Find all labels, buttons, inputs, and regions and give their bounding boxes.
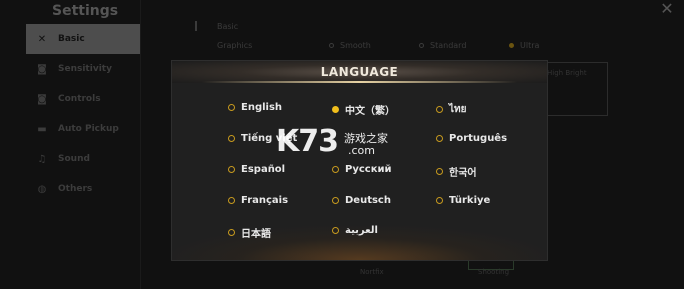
controller-icon: ◙ (37, 93, 47, 105)
settings-title: Settings (52, 3, 119, 19)
radio-icon (436, 106, 443, 113)
language-option-german[interactable]: Deutsch (332, 195, 391, 206)
radio-icon (228, 197, 235, 204)
watermark-logo: K73 (276, 124, 339, 159)
language-option-english[interactable]: English (228, 102, 282, 113)
language-label: English (241, 102, 283, 113)
sidebar-item-auto-pickup[interactable]: ▬ Auto Pickup (26, 114, 140, 144)
language-option-korean[interactable]: 한국어 (436, 164, 477, 179)
radio-icon (436, 168, 443, 175)
language-option-arabic[interactable]: العربية (332, 225, 378, 236)
close-icon[interactable]: ✕ (656, 0, 678, 18)
language-option-chinese-traditional[interactable]: 中文（繁） (332, 102, 395, 117)
language-label: Português (449, 133, 508, 144)
radio-icon (332, 166, 339, 173)
nortfix-label: Nortfix (360, 268, 384, 276)
language-option-russian[interactable]: Русский (332, 164, 392, 175)
language-option-japanese[interactable]: 日本語 (228, 225, 271, 240)
section-title: Basic (217, 22, 239, 31)
radio-icon (332, 197, 339, 204)
sidebar-item-label: Sensitivity (58, 64, 112, 74)
language-label: 日本語 (241, 229, 271, 240)
radio-checked-icon (332, 106, 339, 113)
dialog-header: LANGUAGE (172, 61, 547, 83)
pickup-icon: ▬ (37, 123, 47, 135)
music-note-icon: ♫ (37, 153, 47, 165)
sidebar-item-label: Sound (58, 154, 90, 164)
settings-sidebar: ✕ Basic ◙ Sensitivity ◙ Controls ▬ Auto … (26, 24, 140, 204)
radio-icon (228, 166, 235, 173)
language-label: العربية (345, 225, 378, 236)
language-option-spanish[interactable]: Español (228, 164, 285, 175)
language-option-portuguese[interactable]: Português (436, 133, 507, 144)
graphics-option-ultra[interactable]: Ultra (509, 41, 599, 50)
brightness-label: High Bright (547, 69, 587, 77)
language-option-thai[interactable]: ไทย (436, 102, 466, 117)
globe-icon: ◍ (37, 183, 47, 195)
sidebar-item-controls[interactable]: ◙ Controls (26, 84, 140, 114)
language-label: 中文（繁） (345, 106, 395, 117)
sidebar-item-basic[interactable]: ✕ Basic (26, 24, 140, 54)
radio-icon (228, 135, 235, 142)
radio-icon (228, 104, 235, 111)
dialog-title: LANGUAGE (320, 65, 399, 79)
language-label: Español (241, 164, 286, 175)
graphics-setting: Graphics Smooth Standard Ultra (217, 41, 599, 50)
graphics-label: Graphics (217, 41, 253, 50)
sidebar-item-label: Auto Pickup (58, 124, 119, 134)
sidebar-item-others[interactable]: ◍ Others (26, 174, 140, 204)
language-label: ไทย (449, 104, 467, 115)
language-label: Русский (345, 164, 392, 175)
site-watermark: K73 游戏之家 .com (276, 126, 406, 162)
graphics-option-smooth[interactable]: Smooth (329, 41, 419, 50)
watermark-domain: .com (348, 144, 375, 157)
language-option-french[interactable]: Français (228, 195, 288, 206)
shooting-label: Shooting (478, 268, 510, 276)
radio-icon (436, 197, 443, 204)
radio-icon (332, 227, 339, 234)
wrench-screwdriver-icon: ✕ (37, 33, 47, 45)
language-label: Français (241, 195, 289, 206)
language-option-turkish[interactable]: Türkiye (436, 195, 490, 206)
language-label: Türkiye (449, 195, 491, 206)
section-marker (195, 21, 197, 31)
sidebar-item-sensitivity[interactable]: ◙ Sensitivity (26, 54, 140, 84)
sidebar-item-label: Basic (58, 34, 85, 44)
sidebar-item-label: Others (58, 184, 93, 194)
sidebar-item-sound[interactable]: ♫ Sound (26, 144, 140, 174)
language-label: Deutsch (345, 195, 391, 206)
radio-icon (436, 135, 443, 142)
gamepad-icon: ◙ (37, 63, 47, 75)
sidebar-divider (140, 0, 141, 289)
radio-icon (228, 229, 235, 236)
language-label: 한국어 (449, 168, 477, 179)
sidebar-item-label: Controls (58, 94, 101, 104)
graphics-option-standard[interactable]: Standard (419, 41, 509, 50)
